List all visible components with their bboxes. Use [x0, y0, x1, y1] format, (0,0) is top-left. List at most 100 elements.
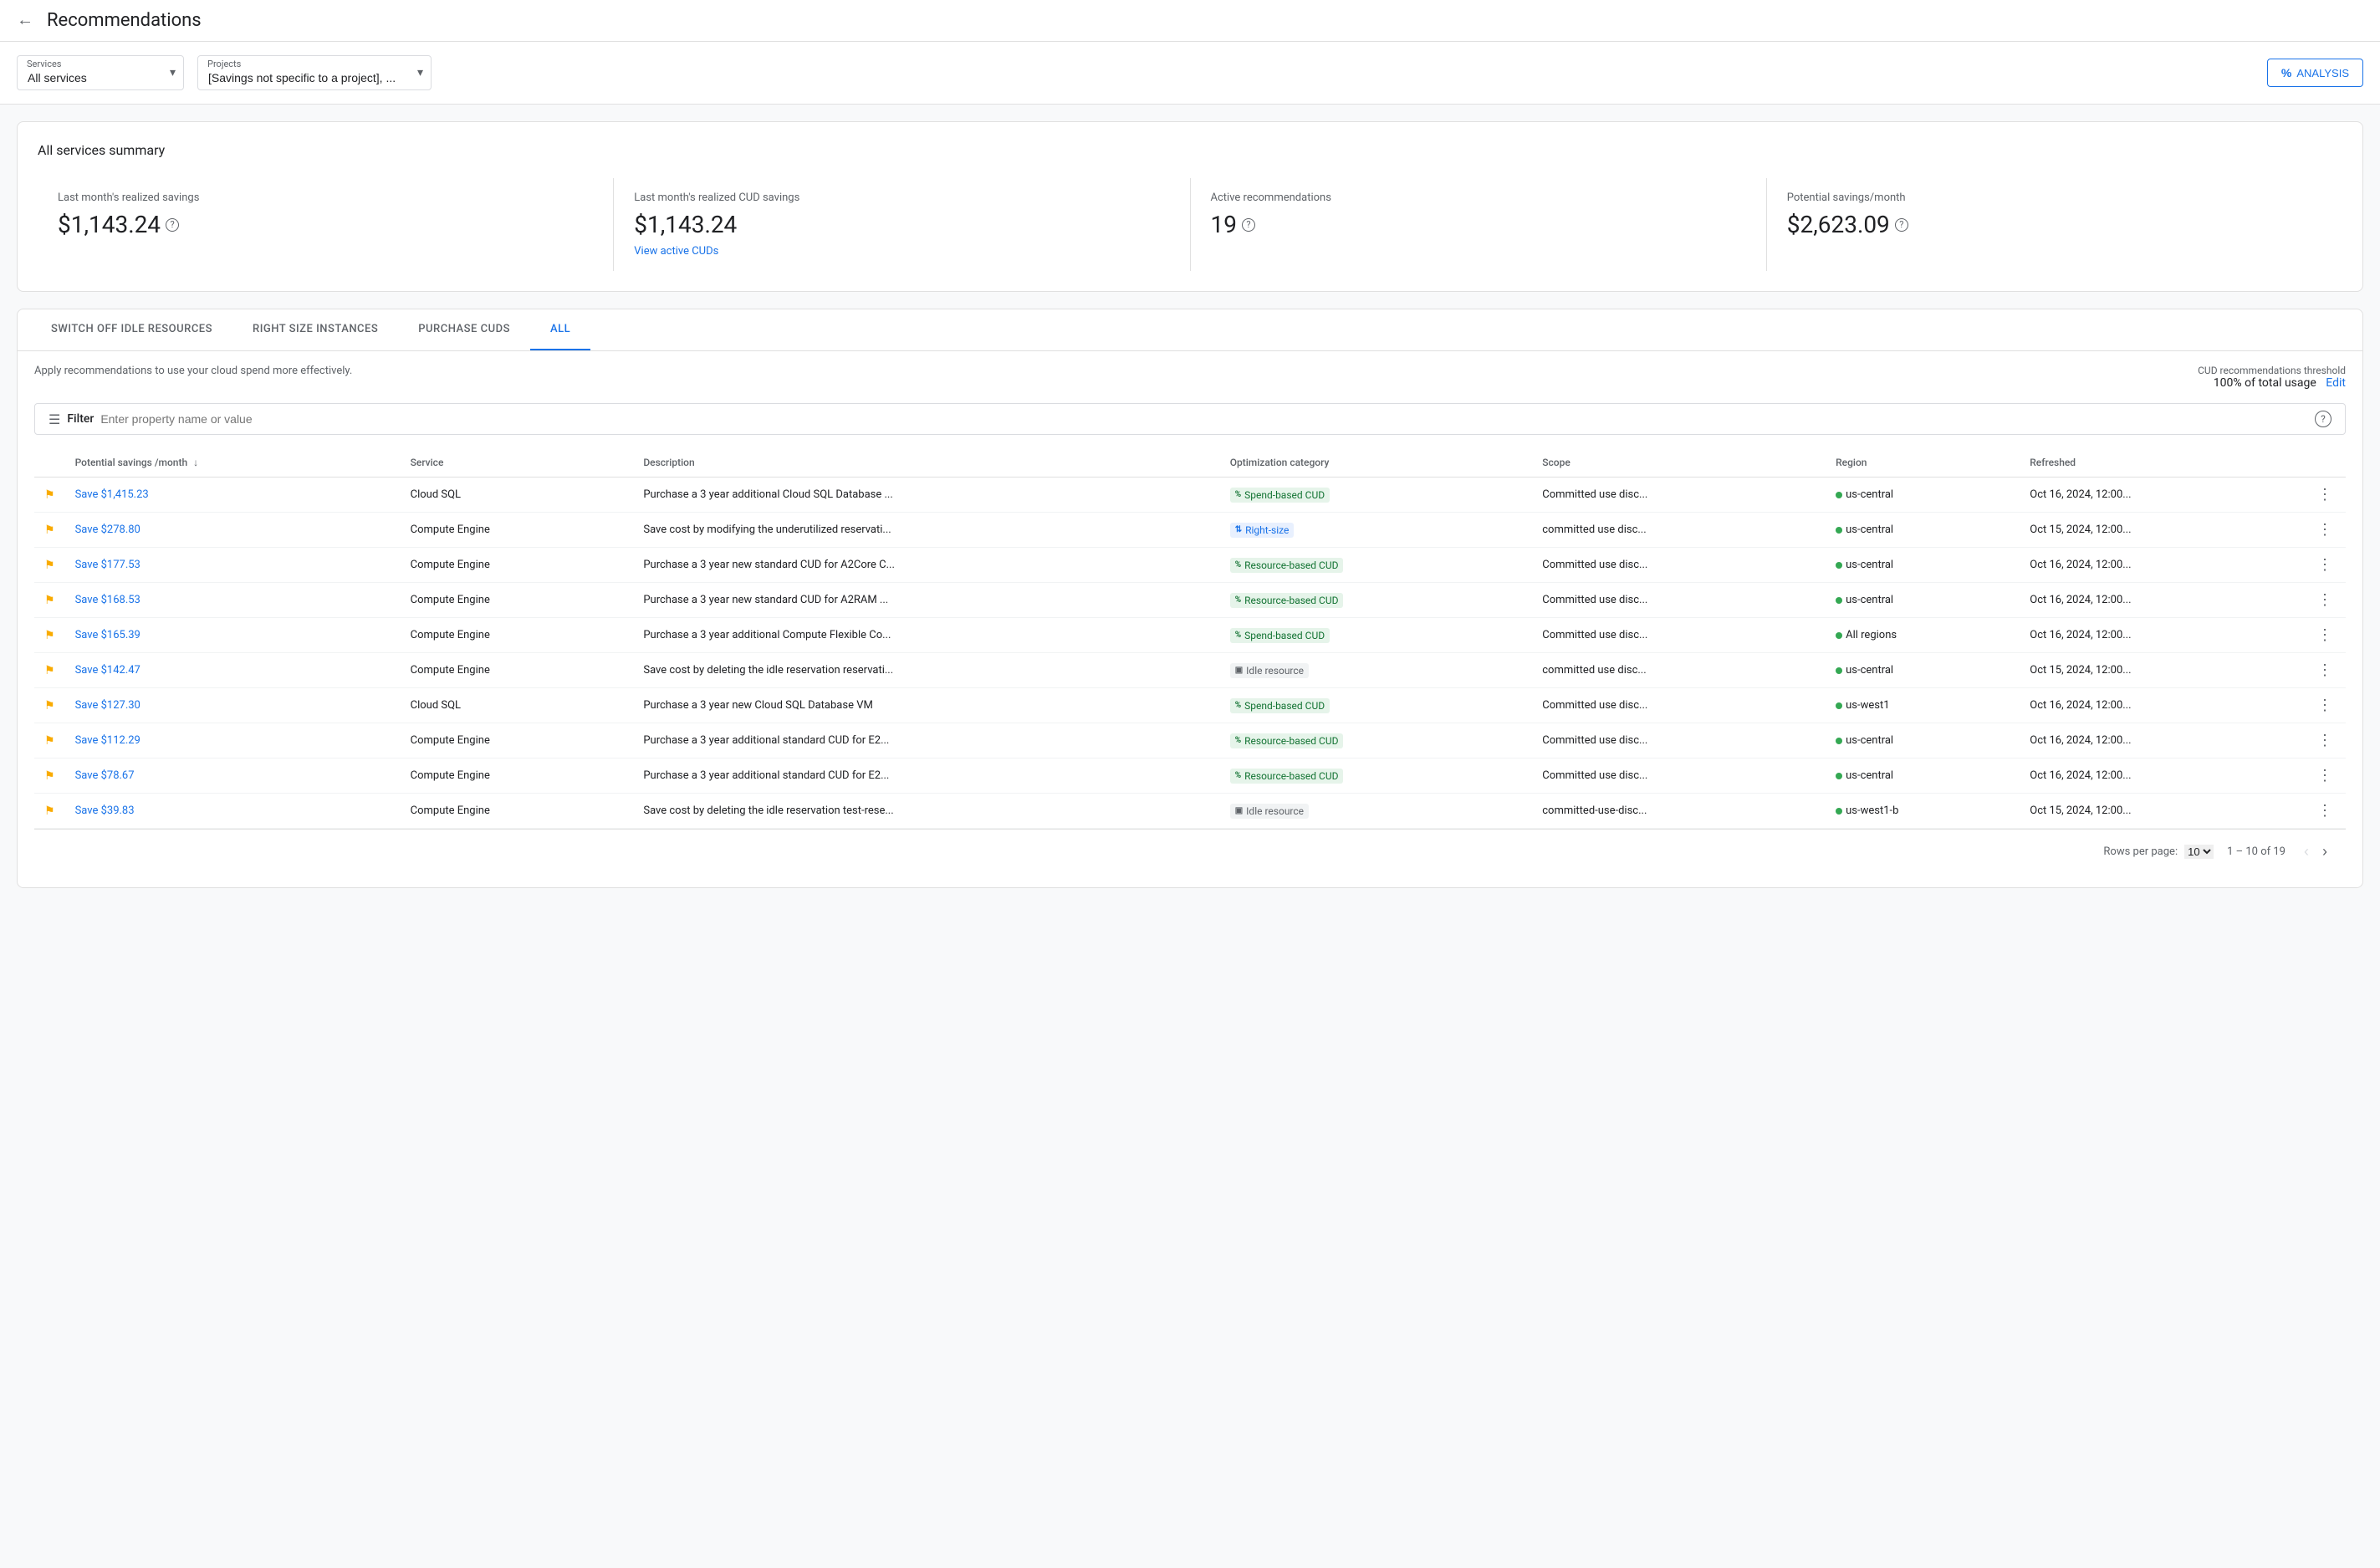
optimization-badge-7: %Resource-based CUD	[1230, 733, 1344, 748]
row-description-9: Save cost by deleting the idle reservati…	[633, 794, 1219, 829]
more-button-5[interactable]: ⋮	[2314, 661, 2336, 679]
save-link-3[interactable]: Save $168.53	[75, 594, 140, 606]
back-button[interactable]: ←	[17, 11, 33, 30]
realized-savings-info-icon[interactable]: ?	[166, 218, 179, 232]
col-savings[interactable]: Potential savings /month ↓	[65, 448, 401, 478]
row-region-8: us-central	[1826, 758, 2020, 794]
more-button-4[interactable]: ⋮	[2314, 626, 2336, 644]
row-region-0: us-central	[1826, 478, 2020, 513]
row-savings-1: Save $278.80	[65, 513, 401, 548]
row-more-2: ⋮	[2304, 548, 2346, 583]
row-flag-4: ⚑	[34, 618, 65, 653]
more-button-1[interactable]: ⋮	[2314, 521, 2336, 539]
tab-purchase-cuds[interactable]: PURCHASE CUDS	[398, 309, 530, 350]
optimization-badge-3: %Resource-based CUD	[1230, 593, 1344, 608]
potential-savings-label: Potential savings/month	[1787, 192, 2322, 204]
row-optimization-4: %Spend-based CUD	[1220, 618, 1533, 653]
save-link-8[interactable]: Save $78.67	[75, 769, 135, 782]
page-title: Recommendations	[47, 10, 202, 31]
save-link-5[interactable]: Save $142.47	[75, 664, 140, 677]
row-savings-2: Save $177.53	[65, 548, 401, 583]
save-link-7[interactable]: Save $112.29	[75, 734, 140, 747]
row-more-0: ⋮	[2304, 478, 2346, 513]
prev-page-button[interactable]: ‹	[2299, 840, 2314, 864]
row-region-1: us-central	[1826, 513, 2020, 548]
filter-help-icon[interactable]: ?	[2315, 411, 2331, 427]
realized-savings-label: Last month's realized savings	[58, 192, 593, 204]
rows-per-page: Rows per page: 10 25 50	[2103, 845, 2214, 859]
row-scope-5: committed use disc...	[1532, 653, 1826, 688]
flag-icon: ⚑	[44, 804, 55, 818]
optimization-icon-8: %	[1235, 771, 1241, 780]
row-region-3: us-central	[1826, 583, 2020, 618]
row-savings-9: Save $39.83	[65, 794, 401, 829]
row-optimization-6: %Spend-based CUD	[1220, 688, 1533, 723]
flag-icon: ⚑	[44, 629, 55, 642]
more-button-7[interactable]: ⋮	[2314, 732, 2336, 749]
active-recs-label: Active recommendations	[1211, 192, 1746, 204]
optimization-badge-2: %Resource-based CUD	[1230, 558, 1344, 573]
row-more-9: ⋮	[2304, 794, 2346, 829]
flag-icon: ⚑	[44, 488, 55, 502]
save-link-2[interactable]: Save $177.53	[75, 559, 140, 571]
save-link-0[interactable]: Save $1,415.23	[75, 488, 149, 501]
more-button-0[interactable]: ⋮	[2314, 486, 2336, 503]
row-optimization-8: %Resource-based CUD	[1220, 758, 1533, 794]
save-link-1[interactable]: Save $278.80	[75, 524, 140, 536]
optimization-badge-6: %Spend-based CUD	[1230, 698, 1330, 713]
row-savings-5: Save $142.47	[65, 653, 401, 688]
more-button-3[interactable]: ⋮	[2314, 591, 2336, 609]
more-button-8[interactable]: ⋮	[2314, 767, 2336, 784]
cud-edit-link[interactable]: Edit	[2326, 376, 2346, 390]
row-region-4: All regions	[1826, 618, 2020, 653]
row-optimization-7: %Resource-based CUD	[1220, 723, 1533, 758]
save-link-4[interactable]: Save $165.39	[75, 629, 140, 641]
services-filter[interactable]: Services All services ▾	[17, 55, 184, 90]
row-more-1: ⋮	[2304, 513, 2346, 548]
region-dot-9	[1836, 808, 1842, 815]
row-refreshed-8: Oct 16, 2024, 12:00...	[2020, 758, 2304, 794]
apply-text: Apply recommendations to use your cloud …	[34, 365, 352, 377]
row-optimization-0: %Spend-based CUD	[1220, 478, 1533, 513]
row-refreshed-1: Oct 15, 2024, 12:00...	[2020, 513, 2304, 548]
optimization-badge-0: %Spend-based CUD	[1230, 488, 1330, 503]
next-page-button[interactable]: ›	[2317, 840, 2332, 864]
tabs-section: SWITCH OFF IDLE RESOURCES RIGHT SIZE INS…	[17, 309, 2363, 888]
row-more-5: ⋮	[2304, 653, 2346, 688]
potential-savings-value: $2,623.09 ?	[1787, 211, 2322, 238]
row-description-7: Purchase a 3 year additional standard CU…	[633, 723, 1219, 758]
flag-icon: ⚑	[44, 769, 55, 783]
tab-all[interactable]: ALL	[530, 309, 590, 350]
view-active-cuds-link[interactable]: View active CUDs	[634, 245, 1169, 258]
col-description: Description	[633, 448, 1219, 478]
active-recs-info-icon[interactable]: ?	[1242, 218, 1255, 232]
col-service: Service	[401, 448, 634, 478]
analysis-button[interactable]: % ANALYSIS	[2267, 59, 2363, 87]
tab-switch-off[interactable]: SWITCH OFF IDLE RESOURCES	[31, 309, 232, 350]
table-row: ⚑ Save $112.29 Compute Engine Purchase a…	[34, 723, 2346, 758]
table-row: ⚑ Save $177.53 Compute Engine Purchase a…	[34, 548, 2346, 583]
row-refreshed-6: Oct 16, 2024, 12:00...	[2020, 688, 2304, 723]
optimization-badge-9: ▣Idle resource	[1230, 804, 1309, 819]
more-button-6[interactable]: ⋮	[2314, 697, 2336, 714]
summary-section: All services summary Last month's realiz…	[17, 121, 2363, 292]
tab-right-size[interactable]: RIGHT SIZE INSTANCES	[232, 309, 398, 350]
row-region-5: us-central	[1826, 653, 2020, 688]
row-region-9: us-west1-b	[1826, 794, 2020, 829]
row-optimization-3: %Resource-based CUD	[1220, 583, 1533, 618]
projects-filter[interactable]: Projects [Savings not specific to a proj…	[197, 55, 432, 90]
row-savings-0: Save $1,415.23	[65, 478, 401, 513]
row-more-4: ⋮	[2304, 618, 2346, 653]
more-button-2[interactable]: ⋮	[2314, 556, 2336, 574]
save-link-9[interactable]: Save $39.83	[75, 804, 135, 817]
summary-title: All services summary	[38, 142, 2342, 158]
row-optimization-9: ▣Idle resource	[1220, 794, 1533, 829]
save-link-6[interactable]: Save $127.30	[75, 699, 140, 712]
row-scope-0: Committed use disc...	[1532, 478, 1826, 513]
more-button-9[interactable]: ⋮	[2314, 802, 2336, 820]
row-flag-8: ⚑	[34, 758, 65, 794]
filter-input[interactable]	[100, 412, 2308, 426]
rows-per-page-select[interactable]: 10 25 50	[2184, 845, 2214, 859]
cud-threshold: CUD recommendations threshold 100% of to…	[2198, 365, 2346, 390]
potential-savings-info-icon[interactable]: ?	[1895, 218, 1908, 232]
